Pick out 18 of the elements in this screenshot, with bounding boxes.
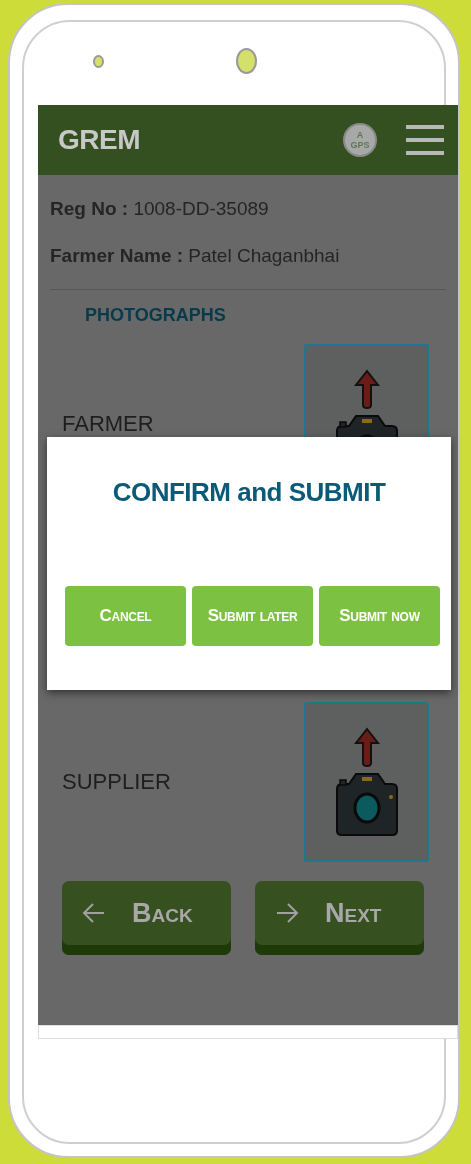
dialog-button[interactable]: Submit now [319, 586, 440, 646]
photo-label: SUPPLIER [62, 769, 171, 794]
app-title: GREM [58, 124, 141, 156]
detail-line: Farmer Name : Patel Chaganbhai [50, 244, 341, 268]
dialog-button[interactable]: Submit later [192, 586, 313, 646]
section-title: PHOTOGRAPHS [84, 304, 227, 327]
dialog-title: CONFIRM and SUBMIT [111, 477, 387, 507]
nav-button[interactable]: Next [255, 881, 424, 955]
gps-button[interactable]: A GPS [343, 123, 377, 157]
detail-line: Reg No : 1008-DD-35089 [50, 197, 270, 221]
camera-lens-icon [236, 48, 257, 74]
right-arrow-icon [275, 901, 299, 925]
nav-button[interactable]: Back [62, 881, 231, 955]
menu-icon[interactable] [406, 124, 444, 156]
photo-label: FARMER [62, 411, 154, 436]
dialog-button[interactable]: Cancel [65, 586, 186, 646]
sensor-icon [93, 55, 104, 68]
left-arrow-icon [82, 901, 106, 925]
